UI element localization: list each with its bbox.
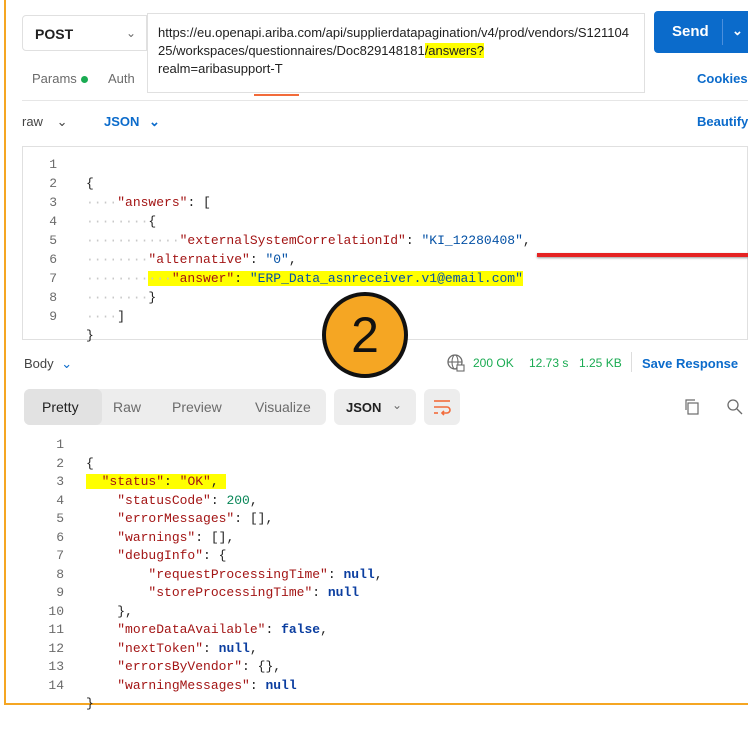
code-line: }	[86, 696, 94, 711]
code-line: ····"answers": [	[86, 195, 211, 210]
code-line: },	[86, 603, 133, 619]
code-line: {	[86, 455, 94, 471]
response-time[interactable]: 12.73 s	[529, 356, 568, 370]
line-number: 7	[49, 271, 57, 286]
line-number: 14	[48, 677, 64, 693]
request-code: { ····"answers": [ ········{ ············"e…	[86, 155, 531, 364]
step-badge: 2	[322, 292, 408, 378]
save-response-button[interactable]: Save Response	[642, 356, 738, 371]
line-number: 4	[56, 492, 64, 508]
tab-params[interactable]: Params	[32, 71, 88, 86]
wrap-icon	[434, 400, 451, 416]
line-number: 3	[56, 474, 64, 489]
code-line: "warnings": [],	[117, 529, 235, 545]
body-format-label: JSON	[104, 114, 140, 129]
send-label: Send	[672, 23, 709, 40]
code-line: "nextToken": null,	[117, 640, 258, 656]
line-number: 2	[56, 455, 64, 471]
line-number: 5	[49, 233, 57, 248]
status-dot	[80, 76, 88, 84]
cookies-link[interactable]: Cookies	[697, 71, 748, 86]
line-number: 7	[56, 548, 64, 563]
chevron-down-icon: ⌄	[56, 114, 68, 129]
line-number: 13	[48, 659, 64, 674]
line-number: 9	[49, 309, 57, 324]
code-line: ····]	[86, 309, 126, 324]
response-body-toggle[interactable]: Body ⌄	[24, 356, 72, 372]
line-number: 9	[56, 585, 64, 600]
send-button[interactable]: Send ⌄	[654, 11, 748, 53]
annotation-arrow	[537, 253, 748, 257]
line-number: 2	[49, 176, 57, 191]
divider	[631, 352, 632, 372]
chevron-down-icon[interactable]: ⌄	[732, 23, 743, 39]
line-number: 6	[56, 529, 64, 545]
code-line: "moreDataAvailable": false,	[117, 622, 328, 637]
globe-icon[interactable]	[446, 353, 466, 373]
line-number: 10	[48, 603, 64, 619]
response-code: { "status": "OK", "statusCode": 200, "er…	[86, 436, 383, 732]
request-line-numbers: 1 2 3 4 5 6 7 8 9	[27, 155, 57, 326]
code-line: "storeProcessingTime": null	[148, 585, 360, 600]
line-number: 1	[49, 157, 57, 172]
tab-preview[interactable]: Preview	[172, 399, 222, 415]
line-number: 6	[49, 252, 57, 267]
chevron-down-icon: ⌄	[125, 26, 136, 40]
response-size[interactable]: 1.25 KB	[579, 356, 622, 370]
response-line-numbers: 1 2 3 4 5 6 7 8 9 10 11 12 13 14	[34, 436, 64, 695]
body-format-select[interactable]: JSON ⌄	[104, 114, 160, 130]
chevron-down-icon: ⌄	[149, 114, 160, 129]
line-number: 1	[56, 437, 64, 452]
tab-raw[interactable]: Raw	[113, 399, 141, 415]
wrap-lines-button[interactable]	[424, 389, 460, 425]
beautify-link[interactable]: Beautify	[697, 114, 748, 129]
search-icon[interactable]	[726, 398, 744, 416]
body-label: Body	[24, 356, 54, 371]
code-line: ········{	[86, 214, 157, 229]
tab-pretty[interactable]: Pretty	[42, 399, 79, 415]
code-line: ············"externalSystemCorrelationId…	[86, 233, 531, 248]
line-number: 5	[56, 511, 64, 526]
response-format-select[interactable]: JSON ⌄	[334, 389, 416, 425]
code-line: ········}	[86, 290, 157, 305]
url-text: https://eu.openapi.ariba.com/api/supplie…	[158, 25, 629, 58]
tab-params-label: Params	[32, 71, 77, 86]
line-number: 8	[49, 290, 57, 305]
url-highlight: /answers?	[424, 43, 484, 58]
copy-icon[interactable]	[684, 399, 700, 415]
code-line: }	[86, 328, 94, 343]
tab-auth[interactable]: Auth	[108, 71, 135, 86]
line-number: 4	[49, 214, 57, 229]
code-line-highlighted: "status": "OK",	[86, 473, 383, 492]
status-code[interactable]: 200 OK	[473, 356, 514, 370]
line-number: 3	[49, 195, 57, 210]
tab-visualize[interactable]: Visualize	[255, 399, 311, 415]
code-line: ········"alternative": "0",	[86, 252, 297, 267]
body-mode-label: raw	[22, 114, 43, 129]
method-select[interactable]: POST ⌄	[22, 15, 147, 51]
send-divider	[722, 19, 723, 45]
code-line: {	[86, 176, 94, 191]
active-tab-underline	[254, 94, 299, 96]
format-label: JSON	[346, 400, 382, 415]
code-line-highlighted: ···········"answer": "ERP_Data_asnreceiv…	[86, 271, 523, 286]
chevron-down-icon: ⌄	[61, 356, 73, 371]
code-line: "errorsByVendor": {},	[117, 659, 282, 674]
code-line: "statusCode": 200,	[117, 492, 258, 508]
code-line: "errorMessages": [],	[117, 511, 274, 526]
code-line: "requestProcessingTime": null,	[148, 566, 383, 582]
url-input[interactable]: https://eu.openapi.ariba.com/api/supplie…	[147, 13, 645, 93]
line-number: 8	[56, 566, 64, 582]
divider	[22, 100, 748, 101]
line-number: 12	[48, 640, 64, 656]
url-query: realm=aribasupport-T	[158, 61, 283, 76]
code-line: "warningMessages": null	[117, 677, 297, 693]
body-mode-select[interactable]: raw ⌄	[22, 114, 67, 130]
chevron-down-icon: ⌄	[392, 398, 403, 412]
code-line: "debugInfo": {	[117, 548, 227, 563]
line-number: 11	[48, 622, 64, 637]
method-label: POST	[35, 26, 74, 42]
